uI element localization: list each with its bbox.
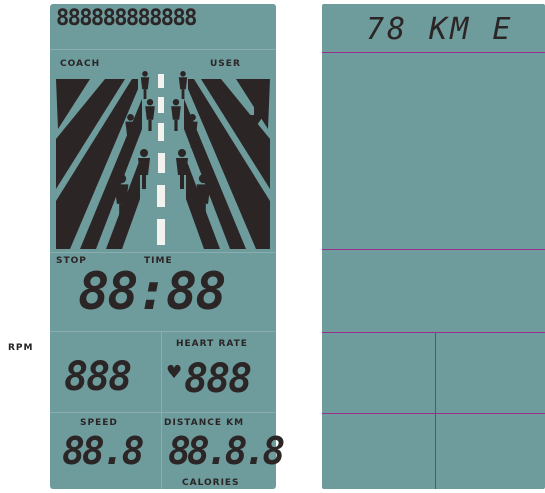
magenta-divider [322, 52, 545, 53]
heart-rate-value: 888 [184, 356, 252, 402]
divider [50, 49, 276, 50]
magenta-divider [435, 332, 436, 489]
divider [161, 331, 162, 489]
distance-value: 88.8.8 [168, 429, 285, 473]
cyclist-icon [145, 99, 155, 131]
divider [50, 331, 276, 332]
left-road-stripes [56, 79, 142, 249]
magenta-divider [322, 332, 545, 333]
right-top-text: 78 KM E [366, 12, 514, 47]
race-track-graphic [56, 71, 270, 249]
right-lcd-display [322, 4, 545, 489]
left-lcd-display: 888888888888 COACH USER STOP TIME 88:88 … [50, 4, 285, 489]
cyclist-icon [140, 71, 150, 99]
center-lane-dashes [157, 74, 165, 245]
magenta-divider [322, 249, 545, 250]
user-label: USER [210, 59, 241, 69]
speed-label: SPEED [80, 418, 118, 428]
distance-label: DISTANCE KM [164, 418, 245, 428]
heart-rate-label: HEART RATE [176, 339, 248, 349]
cyclist-icon [178, 71, 188, 99]
cyclist-icon [171, 99, 181, 131]
coach-label: COACH [60, 59, 101, 69]
time-value: 88:88 [78, 262, 227, 322]
rpm-value: 888 [64, 354, 132, 400]
rpm-side-label: RPM [8, 343, 34, 353]
heart-icon: ♥ [166, 362, 183, 383]
top-segment-row: 888888888888 [56, 6, 197, 31]
divider [50, 412, 276, 413]
divider [50, 252, 276, 253]
right-road-stripes [184, 79, 270, 249]
calories-label: CALORIES [182, 478, 240, 488]
speed-value: 88.8 [62, 429, 144, 473]
magenta-divider [322, 413, 545, 414]
